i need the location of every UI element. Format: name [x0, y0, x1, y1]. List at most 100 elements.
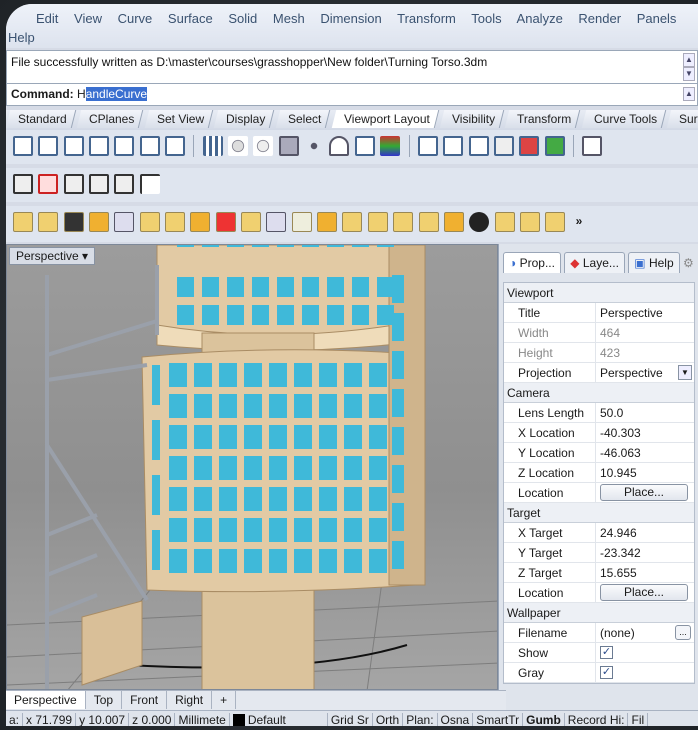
corner-icon[interactable]	[139, 174, 160, 194]
viewport-title[interactable]: Perspective ▾	[9, 247, 96, 265]
x-target-field[interactable]: 24.946	[596, 523, 694, 542]
tab-transform[interactable]: Transform	[505, 110, 581, 128]
ball-icon[interactable]	[469, 212, 490, 232]
display-mode-icon[interactable]	[380, 136, 401, 156]
toggle-grid-snap[interactable]: Grid Sr	[328, 713, 373, 726]
perspective-viewport[interactable]: Perspective ▾	[6, 244, 498, 690]
toggle-planar[interactable]: Plan:	[403, 713, 438, 726]
lens-length-field[interactable]: 50.0	[596, 403, 694, 422]
twist-icon[interactable]	[241, 212, 262, 232]
status-cplane[interactable]: a:	[6, 713, 24, 726]
flow-icon[interactable]	[367, 212, 388, 232]
tab-curve-tools[interactable]: Curve Tools	[581, 110, 667, 128]
camera-2-icon[interactable]	[63, 174, 84, 194]
array-icon[interactable]	[165, 212, 186, 232]
tab-layers[interactable]: ◆ Laye...	[564, 252, 625, 273]
more-tools-icon[interactable]: »	[576, 214, 583, 228]
command-input[interactable]: HandleCurve	[77, 87, 148, 101]
menu-transform[interactable]: Transform	[397, 11, 456, 26]
menu-render[interactable]: Render	[578, 11, 621, 26]
tab-select[interactable]: Select	[275, 110, 331, 128]
tab-right[interactable]: Right	[167, 691, 213, 709]
command-line[interactable]: Command: HandleCurve ▲	[6, 84, 698, 106]
menu-panels[interactable]: Panels	[637, 11, 677, 26]
toggle-gumball[interactable]: Gumb	[523, 713, 565, 726]
tile-horizontal-icon[interactable]	[139, 136, 160, 156]
point-icon[interactable]	[304, 136, 325, 156]
menu-curve[interactable]: Curve	[118, 11, 153, 26]
menu-help[interactable]: Help	[8, 29, 35, 47]
chevron-down-icon[interactable]: ▼	[678, 365, 692, 380]
history-scroll-down-icon[interactable]: ▼	[683, 67, 695, 81]
box-icon[interactable]	[494, 212, 515, 232]
add-viewport-icon[interactable]: +	[212, 691, 237, 709]
camera-icon[interactable]	[13, 174, 33, 194]
target-place-button[interactable]: Place...	[600, 584, 688, 601]
zoom-2-icon[interactable]	[253, 136, 274, 156]
orient-icon[interactable]	[139, 212, 160, 232]
print-icon[interactable]	[582, 136, 603, 156]
camera-place-button[interactable]: Place...	[600, 484, 688, 501]
maximize-view-icon[interactable]	[63, 136, 84, 156]
toggle-ortho[interactable]: Orth	[373, 713, 404, 726]
move-icon[interactable]	[13, 212, 33, 232]
projection-select[interactable]: Perspective ▼	[596, 363, 694, 382]
z-location-field[interactable]: 10.945	[596, 463, 694, 482]
points-icon[interactable]	[266, 212, 287, 232]
cage-icon[interactable]	[418, 212, 439, 232]
split-horizontal-icon[interactable]	[38, 136, 59, 156]
scale-icon[interactable]	[89, 212, 110, 232]
tab-help[interactable]: ▣ Help	[628, 252, 680, 273]
sphere-icon[interactable]	[443, 212, 464, 232]
history-scroll-up-icon[interactable]: ▲	[683, 53, 695, 67]
taper-icon[interactable]	[342, 212, 363, 232]
tab-properties[interactable]: ◑ Prop...	[503, 252, 561, 273]
command-scroll-icon[interactable]: ▲	[683, 87, 695, 101]
camera-lens-icon[interactable]	[329, 136, 350, 156]
boolean-icon[interactable]	[215, 212, 236, 232]
tab-top[interactable]: Top	[86, 691, 123, 709]
layout-properties-icon[interactable]	[544, 136, 565, 156]
enable-detail-icon[interactable]	[468, 136, 489, 156]
menu-mesh[interactable]: Mesh	[273, 11, 305, 26]
menu-dimension[interactable]: Dimension	[320, 11, 381, 26]
tab-surface-tools[interactable]: Surface T	[667, 110, 698, 128]
status-units[interactable]: Millimete	[175, 713, 230, 726]
tab-display[interactable]: Display	[213, 110, 275, 128]
page-setup-icon[interactable]	[493, 136, 514, 156]
toggle-record-history[interactable]: Record Hi:	[565, 713, 629, 726]
show-checkbox[interactable]: ✓	[600, 646, 613, 659]
gear-icon[interactable]: ⚙	[683, 256, 694, 270]
menu-surface[interactable]: Surface	[168, 11, 213, 26]
menu-solid[interactable]: Solid	[228, 11, 257, 26]
mirror-icon[interactable]	[114, 212, 135, 232]
background-bitmap-icon[interactable]	[278, 136, 299, 156]
layout-icon[interactable]	[417, 136, 438, 156]
menu-tools[interactable]: Tools	[471, 11, 501, 26]
menu-edit[interactable]: Edit	[36, 11, 58, 26]
chevron-down-icon[interactable]: ▾	[82, 249, 88, 263]
zoom-icon[interactable]	[228, 136, 249, 156]
bend-icon[interactable]	[317, 212, 338, 232]
status-layer[interactable]: Default	[230, 713, 328, 726]
toggle-osnap[interactable]: Osna	[438, 713, 474, 726]
splop-icon[interactable]	[393, 212, 414, 232]
tab-cplanes[interactable]: CPlanes	[76, 110, 144, 128]
toggle-smarttrack[interactable]: SmartTr	[473, 713, 524, 726]
camera-4-icon[interactable]	[114, 174, 135, 194]
y-target-field[interactable]: -23.342	[596, 543, 694, 562]
floating-viewport-icon[interactable]	[114, 136, 135, 156]
x-location-field[interactable]: -40.303	[596, 423, 694, 442]
y-location-field[interactable]: -46.063	[596, 443, 694, 462]
gray-checkbox[interactable]: ✓	[600, 666, 613, 679]
tab-front[interactable]: Front	[122, 691, 168, 709]
menu-analyze[interactable]: Analyze	[517, 11, 563, 26]
rotate-icon[interactable]	[63, 212, 84, 232]
tab-set-view[interactable]: Set View	[144, 110, 214, 128]
grid-icon[interactable]	[202, 136, 223, 156]
copy-icon[interactable]	[38, 212, 59, 232]
tab-standard[interactable]: Standard	[6, 110, 76, 128]
browse-button[interactable]: ...	[675, 625, 691, 640]
named-view-icon[interactable]	[354, 136, 375, 156]
model-canvas[interactable]	[7, 245, 498, 690]
